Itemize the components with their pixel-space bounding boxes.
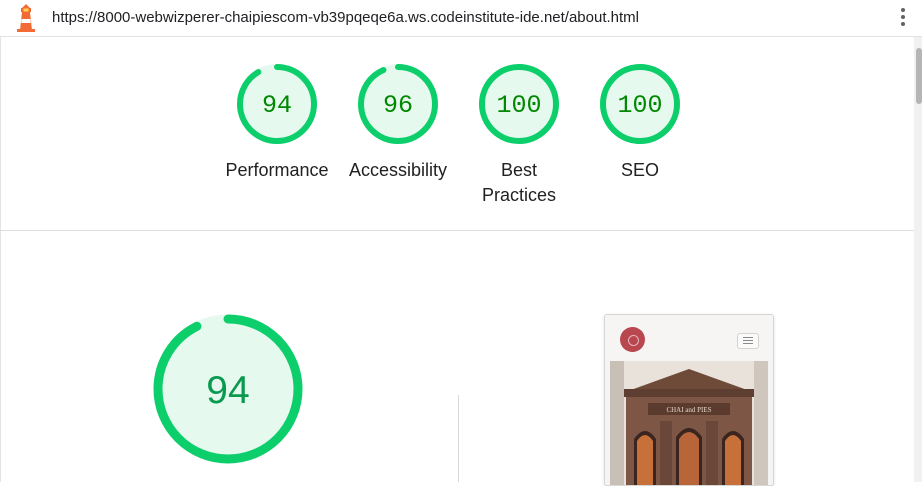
- gauge-label: Accessibility: [348, 160, 448, 180]
- vertical-divider: [458, 395, 459, 482]
- gauge-label: SEO: [620, 160, 659, 180]
- storefront-image: CHAI and PIES: [610, 361, 768, 485]
- site-logo: [620, 327, 645, 352]
- gauge-ring: 100: [479, 64, 559, 144]
- hamburger-menu-icon: [737, 333, 759, 349]
- section-divider: [0, 230, 914, 231]
- gauge-value-large: 94: [206, 369, 249, 412]
- gauge-best-practices[interactable]: 100 Best Practices: [477, 62, 561, 208]
- gauge-ring: 96: [358, 64, 438, 144]
- gauge-value: 96: [383, 91, 413, 120]
- gauge-ring: 100: [600, 64, 680, 144]
- gauge-value: 100: [496, 91, 541, 120]
- performance-gauge-large: 94: [153, 314, 303, 464]
- gauge-ring: 94: [237, 64, 317, 144]
- gauge-label: Performance: [225, 160, 329, 180]
- lighthouse-icon: [17, 4, 35, 32]
- gauge-performance[interactable]: 94 Performance: [225, 62, 329, 183]
- more-vert-icon[interactable]: [898, 8, 908, 30]
- storefront-sign: CHAI and PIES: [666, 406, 711, 414]
- final-screenshot-thumbnail[interactable]: CHAI and PIES: [604, 314, 774, 486]
- page-url: https://8000-webwizperer-chaipiescom-vb3…: [52, 9, 639, 26]
- gauge-accessibility[interactable]: 96 Accessibility: [349, 62, 447, 183]
- scrollbar-thumb[interactable]: [916, 48, 922, 104]
- gauge-label: Best Practices: [481, 160, 557, 205]
- thumbnail-navbar: [605, 315, 773, 359]
- gauge-value: 100: [617, 91, 662, 120]
- browser-bar: https://8000-webwizperer-chaipiescom-vb3…: [0, 0, 922, 37]
- gauge-value: 94: [262, 91, 292, 120]
- gauge-seo[interactable]: 100 SEO: [598, 62, 682, 183]
- left-border: [0, 37, 1, 482]
